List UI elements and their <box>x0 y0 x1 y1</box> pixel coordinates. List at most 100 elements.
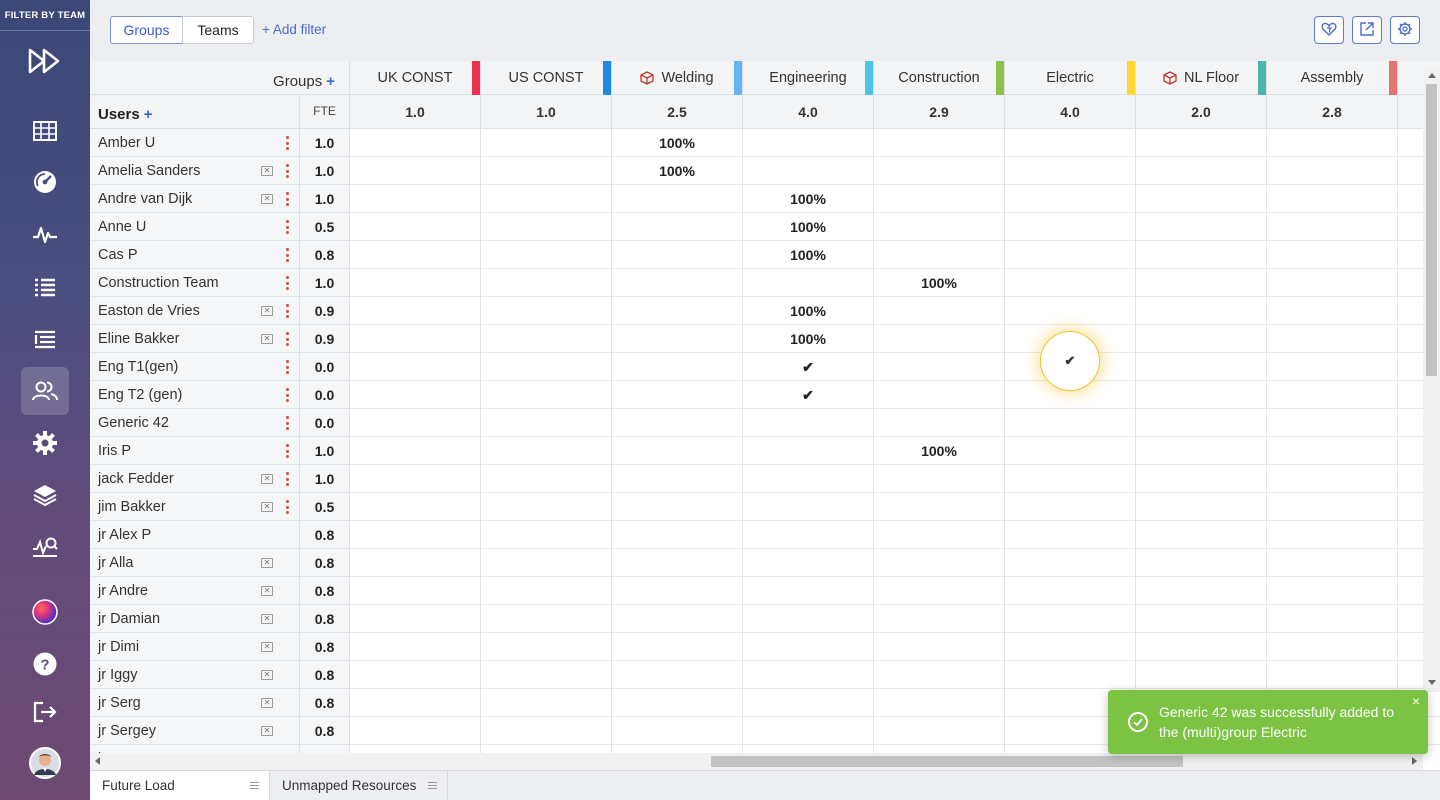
allocation-cell[interactable] <box>481 213 612 241</box>
allocation-cell[interactable] <box>612 661 743 689</box>
group-header[interactable]: US CONST <box>481 61 612 95</box>
allocation-cell[interactable] <box>874 521 1005 549</box>
allocation-cell[interactable] <box>481 633 612 661</box>
tab-future-load[interactable]: Future Load <box>90 771 270 800</box>
allocation-cell[interactable] <box>743 493 874 521</box>
allocation-cell[interactable] <box>874 297 1005 325</box>
settings-button[interactable] <box>1390 16 1420 44</box>
allocation-cell[interactable] <box>350 661 481 689</box>
allocation-cell[interactable] <box>481 605 612 633</box>
row-menu-icon[interactable] <box>285 500 289 514</box>
remove-user-icon[interactable]: ✕ <box>261 586 273 596</box>
allocation-cell[interactable] <box>743 269 874 297</box>
allocation-cell[interactable] <box>612 605 743 633</box>
allocation-cell[interactable] <box>481 353 612 381</box>
allocation-cell[interactable] <box>1267 353 1398 381</box>
allocation-cell[interactable] <box>874 633 1005 661</box>
row-menu-icon[interactable] <box>285 472 289 486</box>
allocation-cell[interactable] <box>481 521 612 549</box>
user-name-cell[interactable]: Iris P <box>90 437 300 465</box>
allocation-cell[interactable] <box>743 521 874 549</box>
user-name-cell[interactable]: jr Dimi ✕ <box>90 633 300 661</box>
allocation-cell[interactable] <box>481 661 612 689</box>
row-menu-icon[interactable] <box>285 220 289 234</box>
allocation-cell[interactable] <box>874 213 1005 241</box>
allocation-cell[interactable]: 100% <box>612 157 743 185</box>
allocation-cell[interactable] <box>350 577 481 605</box>
allocation-cell[interactable] <box>350 409 481 437</box>
allocation-cell[interactable] <box>874 493 1005 521</box>
allocation-cell[interactable] <box>1136 409 1267 437</box>
fast-forward-logo-icon[interactable] <box>21 37 69 85</box>
allocation-cell[interactable] <box>612 241 743 269</box>
user-name-cell[interactable]: jr Alex P <box>90 521 300 549</box>
help-icon[interactable]: ? <box>21 640 69 688</box>
allocation-cell[interactable] <box>612 521 743 549</box>
allocation-cell[interactable] <box>1267 605 1398 633</box>
allocation-cell[interactable] <box>874 325 1005 353</box>
allocation-cell[interactable] <box>1136 577 1267 605</box>
allocation-cell[interactable] <box>1005 269 1136 297</box>
allocation-cell[interactable] <box>481 745 612 753</box>
allocation-cell[interactable] <box>612 633 743 661</box>
allocation-cell[interactable] <box>874 745 1005 753</box>
allocation-cell[interactable] <box>874 157 1005 185</box>
allocation-cell[interactable] <box>1005 577 1136 605</box>
allocation-cell[interactable] <box>743 605 874 633</box>
allocation-cell[interactable] <box>1136 269 1267 297</box>
allocation-cell[interactable] <box>1005 129 1136 157</box>
allocation-cell[interactable] <box>1136 353 1267 381</box>
allocation-cell[interactable] <box>1267 269 1398 297</box>
allocation-cell[interactable] <box>1005 437 1136 465</box>
row-menu-icon[interactable] <box>285 332 289 346</box>
allocation-cell[interactable] <box>874 661 1005 689</box>
allocation-cell[interactable] <box>874 381 1005 409</box>
allocation-cell[interactable] <box>1267 409 1398 437</box>
allocation-cell[interactable] <box>1005 185 1136 213</box>
allocation-cell[interactable] <box>1267 549 1398 577</box>
allocation-cell[interactable] <box>350 605 481 633</box>
allocation-cell[interactable] <box>1267 521 1398 549</box>
allocation-cell[interactable] <box>1267 325 1398 353</box>
allocation-cell[interactable] <box>350 213 481 241</box>
remove-user-icon[interactable]: ✕ <box>261 306 273 316</box>
allocation-cell[interactable] <box>743 129 874 157</box>
allocation-cell[interactable] <box>1005 493 1136 521</box>
user-name-cell[interactable]: jim Bakker ✕ <box>90 493 300 521</box>
allocation-cell[interactable] <box>1136 381 1267 409</box>
allocation-cell[interactable] <box>481 185 612 213</box>
allocation-cell[interactable] <box>481 549 612 577</box>
allocation-cell[interactable] <box>350 129 481 157</box>
orb-icon[interactable] <box>21 588 69 636</box>
allocation-cell[interactable] <box>481 129 612 157</box>
user-name-cell[interactable]: Amelia Sanders ✕ <box>90 157 300 185</box>
allocation-cell[interactable]: 100% <box>743 185 874 213</box>
row-menu-icon[interactable] <box>285 164 289 178</box>
allocation-cell[interactable] <box>481 297 612 325</box>
allocation-cell[interactable] <box>1267 241 1398 269</box>
horizontal-scrollbar[interactable] <box>90 753 1423 770</box>
allocation-cell[interactable] <box>612 465 743 493</box>
allocation-cell[interactable] <box>874 129 1005 157</box>
allocation-cell[interactable] <box>874 465 1005 493</box>
vertical-scrollbar[interactable] <box>1423 68 1440 692</box>
user-name-cell[interactable]: jr Damian ✕ <box>90 605 300 633</box>
scroll-up-icon[interactable] <box>1428 73 1436 78</box>
user-name-cell[interactable]: Generic 42 <box>90 409 300 437</box>
add-group-button[interactable]: + <box>326 73 335 90</box>
allocation-cell[interactable] <box>350 353 481 381</box>
allocation-cell[interactable] <box>1136 213 1267 241</box>
user-name-cell[interactable]: jr Andre ✕ <box>90 577 300 605</box>
row-menu-icon[interactable] <box>285 276 289 290</box>
allocation-cell[interactable] <box>1136 661 1267 689</box>
allocation-cell[interactable] <box>1005 549 1136 577</box>
row-menu-icon[interactable] <box>285 416 289 430</box>
allocation-cell[interactable] <box>1267 381 1398 409</box>
highlighted-cell-electric-generic-42[interactable]: ✔ <box>1040 331 1100 391</box>
allocation-cell[interactable] <box>350 689 481 717</box>
allocation-cell[interactable] <box>481 437 612 465</box>
user-name-cell[interactable]: Amber U <box>90 129 300 157</box>
remove-user-icon[interactable]: ✕ <box>261 558 273 568</box>
allocation-cell[interactable] <box>481 325 612 353</box>
user-name-cell[interactable]: Cas P <box>90 241 300 269</box>
